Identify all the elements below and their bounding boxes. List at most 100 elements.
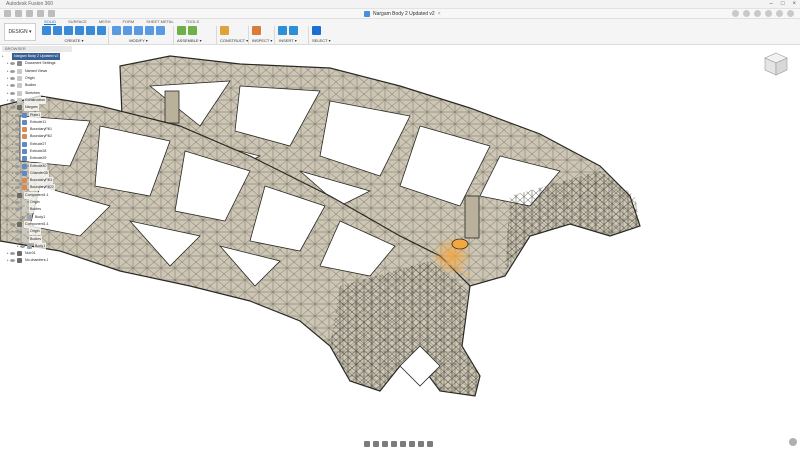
browser-item[interactable]: ▸ Bodies [2,206,92,214]
browser-item[interactable]: ▸ Origin [2,228,92,236]
maximize-icon[interactable]: □ [781,1,785,7]
visibility-eye-icon[interactable] [15,164,20,168]
insert-icon[interactable] [278,25,287,35]
visibility-eye-icon[interactable] [15,179,20,183]
visibility-eye-icon[interactable] [10,69,15,73]
ribbon-group-label[interactable]: INSERT ▾ [278,38,298,43]
document-tab[interactable]: Nargam Body 2 Updated v2 × [364,10,441,18]
file-menu-icon[interactable] [15,10,22,17]
fit-icon[interactable] [400,441,406,447]
visibility-eye-icon[interactable] [15,135,20,139]
minimize-icon[interactable]: – [770,1,773,7]
selected-nut-highlight[interactable] [432,236,472,277]
redo-icon[interactable] [48,10,55,17]
view-cube[interactable] [762,50,790,78]
extrude-icon[interactable] [53,25,62,35]
visibility-eye-icon[interactable] [10,106,15,110]
browser-item[interactable]: ▸ Extrude30 [2,162,92,170]
close-tab-icon[interactable]: × [438,11,441,17]
new-tab-icon[interactable] [732,10,739,17]
browser-item[interactable]: ▸ Origin [2,75,92,83]
browser-item[interactable]: ▸ Component1:1 [2,191,92,199]
orbit-icon[interactable] [364,441,370,447]
browser-item[interactable]: ▸ Document Settings [2,60,92,68]
visibility-eye-icon[interactable] [15,201,20,205]
visibility-eye-icon[interactable] [15,157,20,161]
browser-item[interactable]: ▸ Bodies [2,82,92,90]
new-component-icon[interactable] [177,25,186,35]
visibility-eye-icon[interactable] [15,128,20,132]
data-panel-icon[interactable] [4,10,11,17]
ribbon-group-label[interactable]: MODIFY ▾ [112,38,165,43]
browser-item[interactable]: ▸ Body1 [2,213,92,221]
browser-item[interactable]: ▸ Body1 [2,242,92,250]
extensions-icon[interactable] [743,10,750,17]
workspace-switcher[interactable]: DESIGN ▾ [4,23,36,41]
measure-icon[interactable] [252,25,261,35]
viewports-icon[interactable] [427,441,433,447]
close-window-icon[interactable]: × [792,1,796,7]
browser-header[interactable]: BROWSER [2,46,72,52]
comments-icon[interactable] [789,438,797,446]
canvas-viewport[interactable] [0,46,800,438]
browser-item[interactable]: ▸ Nargam [2,104,92,112]
ribbon-group-label[interactable]: SELECT ▾ [312,38,331,43]
ribbon-group-label[interactable]: CREATE ▾ [42,38,106,43]
ribbon-group-label[interactable]: ASSEMBLE ▾ [177,38,202,43]
visibility-eye-icon[interactable] [15,230,20,234]
browser-item[interactable]: ▸ BoundaryFill22 [2,184,92,192]
browser-item[interactable]: ▸ Nut:01 [2,250,92,258]
browser-item[interactable]: ▸ BoundaryFill3 [2,177,92,185]
browser-item[interactable]: ▸ Extrude29 [2,155,92,163]
box-icon[interactable] [86,25,95,35]
job-status-icon[interactable] [754,10,761,17]
chamfer-icon[interactable] [134,25,143,35]
look-at-icon[interactable] [373,441,379,447]
browser-item[interactable]: ▸ Chamfer35 [2,169,92,177]
visibility-eye-icon[interactable] [10,252,15,256]
user-avatar[interactable] [787,10,794,17]
zoom-icon[interactable] [391,441,397,447]
browser-item[interactable]: ▸ No chamfers:1 [2,257,92,265]
ribbon-group-label[interactable]: INSPECT ▾ [252,38,272,43]
visibility-eye-icon[interactable] [15,171,20,175]
browser-item[interactable]: ▸ Named Views [2,67,92,75]
browser-item[interactable]: ▸ Bodies [2,235,92,243]
visibility-eye-icon[interactable] [15,150,20,153]
pattern-icon[interactable] [97,25,106,35]
browser-item[interactable]: ▸ BoundaryFill2 [2,133,92,141]
undo-icon[interactable] [37,10,44,17]
browser-item[interactable]: ▸ Nargam Body 2 Updated v2 [2,53,92,61]
grid-settings-icon[interactable] [418,441,424,447]
pan-icon[interactable] [382,441,388,447]
visibility-eye-icon[interactable] [20,244,25,248]
browser-item[interactable]: ▸ Extrude11 [2,118,92,126]
visibility-eye-icon[interactable] [10,193,15,197]
browser-item[interactable]: ▸ Origin [2,199,92,207]
browser-item[interactable]: ▸ Plate1 [2,111,92,119]
browser-item[interactable]: ▸ Construction [2,96,92,104]
visibility-eye-icon[interactable] [15,113,20,117]
visibility-eye-icon[interactable] [15,142,20,146]
sweep-icon[interactable] [75,25,84,35]
browser-item[interactable]: ▸ Extrude28 [2,148,92,155]
browser-item[interactable]: ▸ Component1:1 [2,220,92,228]
save-icon[interactable] [26,10,33,17]
move-icon[interactable] [156,25,165,35]
visibility-eye-icon[interactable] [15,120,20,124]
visibility-eye-icon[interactable] [10,222,15,226]
browser-item[interactable]: ▸ Extrude27 [2,140,92,148]
fillet-icon[interactable] [123,25,132,35]
decal-icon[interactable] [289,25,298,35]
visibility-eye-icon[interactable] [15,208,20,212]
browser-item[interactable]: ▸ Sketches [2,89,92,97]
sketch-icon[interactable] [42,25,51,35]
ribbon-group-label[interactable]: CONSTRUCT ▾ [220,38,248,43]
visibility-eye-icon[interactable] [15,237,20,241]
visibility-eye-icon[interactable] [10,91,15,95]
shell-icon[interactable] [145,25,154,35]
visibility-eye-icon[interactable] [10,77,15,81]
display-settings-icon[interactable] [409,441,415,447]
joint-icon[interactable] [188,25,197,35]
visibility-eye-icon[interactable] [10,98,15,102]
